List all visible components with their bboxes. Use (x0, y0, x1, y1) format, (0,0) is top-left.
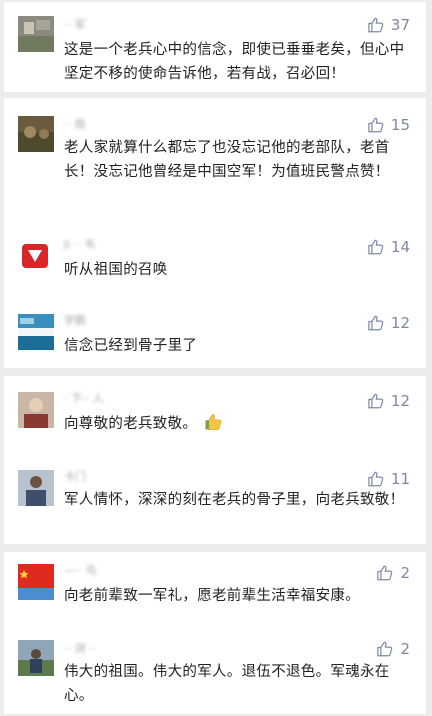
thumbs-up-outline-icon (367, 392, 385, 410)
comment-author[interactable]: ·· 测 ·· (64, 642, 134, 656)
like-button[interactable]: 37 (367, 14, 410, 36)
like-button[interactable]: 2 (376, 638, 410, 660)
like-count: 2 (400, 564, 410, 582)
comment-text: 军人情怀，深深的刻在老兵的骨子里，向老兵致敬！ (64, 492, 405, 508)
like-count: 11 (390, 470, 410, 488)
like-button[interactable]: 14 (367, 236, 410, 258)
thumbs-up-outline-icon (376, 564, 394, 582)
comment-text: 向老前辈致一军礼，愿老前辈生活幸福安康。 (64, 588, 360, 604)
like-button[interactable]: 2 (376, 562, 410, 584)
comment-author[interactable]: 卡门 (64, 470, 134, 484)
avatar[interactable] (18, 564, 54, 600)
like-button[interactable]: 12 (367, 390, 410, 412)
like-count: 15 (390, 116, 410, 134)
thumbs-up-outline-icon (367, 116, 385, 134)
like-button[interactable]: 12 (367, 312, 410, 334)
comment-text: 老人家就算什么都忘了也没忘记他的老部队，老首长！没忘记他曾经是中国空军！为值班民… (64, 140, 390, 180)
comment-text: 向尊敬的老兵致敬。 (64, 412, 410, 436)
like-button[interactable]: 11 (367, 468, 410, 490)
avatar[interactable] (18, 470, 54, 506)
like-button[interactable]: 15 (367, 114, 410, 136)
like-count: 14 (390, 238, 410, 256)
comment-card: —·· 鸟 2 向老前辈致一军礼，愿老前辈生活幸福安康。 ·· 测 ·· 2 伟… (4, 552, 426, 714)
comment-text: 信念已经到骨子里了 (64, 338, 198, 354)
avatar[interactable] (18, 16, 54, 52)
thumbs-up-outline-icon (376, 640, 394, 658)
comment-author[interactable]: —·· 鸟 (64, 564, 134, 578)
like-count: 2 (400, 640, 410, 658)
comment-author[interactable]: · 下·· 人 (64, 392, 134, 406)
thumbs-up-outline-icon (367, 314, 385, 332)
comment-author[interactable]: 学鹏 (64, 314, 134, 328)
avatar[interactable] (18, 238, 54, 274)
thumbs-up-outline-icon (367, 470, 385, 488)
thumbs-up-outline-icon (367, 238, 385, 256)
comment-card: ·· 雨 15 老人家就算什么都忘了也没忘记他的老部队，老首长！没忘记他曾经是中… (4, 98, 426, 368)
comment-author[interactable]: ·· 军 (64, 18, 134, 32)
avatar[interactable] (18, 116, 54, 152)
like-count: 12 (390, 314, 410, 332)
comment-text-content: 向尊敬的老兵致敬。 (64, 416, 198, 432)
thumbs-up-outline-icon (367, 16, 385, 34)
comment-text: 听从祖国的召唤 (64, 262, 168, 278)
comment-text: 这是一个老兵心中的信念，即使已垂垂老矣，但心中坚定不移的使命告诉他，若有战，召必… (64, 42, 405, 82)
thumbs-up-emoji-icon (203, 412, 223, 432)
like-count: 12 (390, 392, 410, 410)
comment-text: 伟大的祖国。伟大的军人。退伍不退色。军魂永在心。 (64, 664, 390, 704)
comment-card: · 下·· 人 12 向尊敬的老兵致敬。 卡门 11 军人情怀，深深的刻在老兵的… (4, 376, 426, 544)
comment-card: ·· 军 37 这是一个老兵心中的信念，即使已垂垂老矣，但心中坚定不移的使命告诉… (4, 2, 426, 92)
avatar[interactable] (18, 640, 54, 676)
comment-author[interactable]: ·· 雨 (64, 118, 134, 132)
like-count: 37 (390, 16, 410, 34)
avatar[interactable] (18, 314, 54, 350)
comment-author[interactable]: Ji ·· 韦 (64, 238, 134, 252)
avatar[interactable] (18, 392, 54, 428)
